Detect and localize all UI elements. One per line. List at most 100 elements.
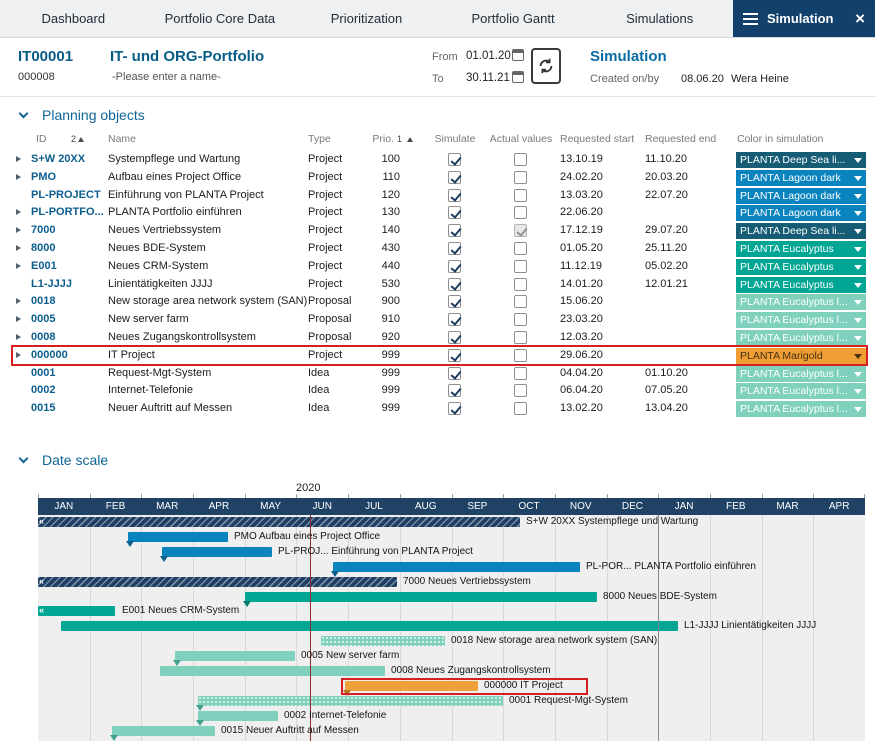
color-dropdown[interactable]: PLANTA Eucalyptus l... (736, 294, 866, 310)
color-dropdown[interactable]: PLANTA Eucalyptus l... (736, 383, 866, 399)
color-dropdown[interactable]: PLANTA Eucalyptus (736, 277, 866, 293)
calendar-icon[interactable] (512, 49, 524, 61)
planning-row[interactable]: E001Neues CRM-SystemProject44011.12.1905… (13, 258, 866, 275)
planning-row[interactable]: S+W 20XXSystempflege und WartungProject1… (13, 151, 866, 168)
gantt-bar[interactable] (245, 592, 597, 602)
simulate-checkbox[interactable] (448, 313, 461, 326)
row-id[interactable]: 0008 (31, 329, 55, 346)
to-date-field[interactable]: 30.11.21 (466, 72, 510, 84)
gantt-bar[interactable] (128, 532, 228, 542)
simulate-checkbox[interactable] (448, 295, 461, 308)
expand-arrow-icon[interactable] (16, 334, 21, 340)
planning-row[interactable]: 7000Neues VertriebssystemProject14017.12… (13, 222, 866, 239)
col-header-prio[interactable]: Prio.1 (348, 133, 413, 145)
color-dropdown[interactable]: PLANTA Lagoon dark (736, 205, 866, 221)
expand-arrow-icon[interactable] (16, 263, 21, 269)
col-header-actual-values[interactable]: Actual values (483, 133, 559, 145)
planning-row[interactable]: 0008Neues ZugangskontrollsystemProposal9… (13, 329, 866, 346)
col-header-requested-end[interactable]: Requested end (645, 133, 716, 145)
col-header-requested-start[interactable]: Requested start (560, 133, 634, 145)
expand-arrow-icon[interactable] (16, 227, 21, 233)
expand-arrow-icon[interactable] (16, 209, 21, 215)
row-id[interactable]: 8000 (31, 240, 55, 257)
simulate-checkbox[interactable] (448, 224, 461, 237)
actual-values-checkbox[interactable] (514, 313, 527, 326)
row-id[interactable]: E001 (31, 258, 57, 275)
color-dropdown[interactable]: PLANTA Eucalyptus l... (736, 312, 866, 328)
simulate-checkbox[interactable] (448, 384, 461, 397)
color-dropdown[interactable]: PLANTA Lagoon dark (736, 170, 866, 186)
color-dropdown[interactable]: PLANTA Lagoon dark (736, 188, 866, 204)
section-date-scale[interactable]: Date scale (20, 452, 108, 468)
expand-arrow-icon[interactable] (16, 174, 21, 180)
col-header-id[interactable]: ID (36, 133, 47, 145)
expand-arrow-icon[interactable] (16, 316, 21, 322)
planning-row[interactable]: 0018New storage area network system (SAN… (13, 293, 866, 310)
row-id[interactable]: S+W 20XX (31, 151, 85, 168)
color-dropdown[interactable]: PLANTA Deep Sea li... (736, 223, 866, 239)
simulate-checkbox[interactable] (448, 331, 461, 344)
section-planning-objects[interactable]: Planning objects (20, 107, 145, 123)
simulate-checkbox[interactable] (448, 260, 461, 273)
col-header-simulate[interactable]: Simulate (420, 133, 490, 145)
actual-values-checkbox[interactable] (514, 367, 527, 380)
gantt-bar[interactable] (175, 651, 295, 661)
actual-values-checkbox[interactable] (514, 278, 527, 291)
row-id[interactable]: PL-PORTFO... (31, 204, 104, 221)
planning-row[interactable]: 0002Internet-TelefonieIdea99906.04.2007.… (13, 382, 866, 399)
planning-row[interactable]: PL-PROJECTEinführung von PLANTA ProjectP… (13, 187, 866, 204)
actual-values-checkbox[interactable] (514, 171, 527, 184)
row-id[interactable]: 0018 (31, 293, 55, 310)
actual-values-checkbox[interactable] (514, 206, 527, 219)
gantt-bar[interactable] (198, 696, 503, 706)
close-icon[interactable]: × (855, 10, 865, 27)
simulate-checkbox[interactable] (448, 153, 461, 166)
row-id[interactable]: 0002 (31, 382, 55, 399)
actual-values-checkbox[interactable] (514, 260, 527, 273)
gantt-bar[interactable] (321, 636, 445, 646)
expand-arrow-icon[interactable] (16, 156, 21, 162)
col-header-color[interactable]: Color in simulation (737, 133, 823, 145)
actual-values-checkbox[interactable] (514, 295, 527, 308)
simulate-checkbox[interactable] (448, 402, 461, 415)
refresh-button[interactable] (531, 48, 561, 84)
simulate-checkbox[interactable] (448, 206, 461, 219)
simulate-checkbox[interactable] (448, 367, 461, 380)
planning-row[interactable]: 0005New server farmProposal91023.03.20PL… (13, 311, 866, 328)
actual-values-checkbox[interactable] (514, 242, 527, 255)
row-id[interactable]: PL-PROJECT (31, 187, 101, 204)
simulate-checkbox[interactable] (448, 189, 461, 202)
simulate-checkbox[interactable] (448, 171, 461, 184)
row-id[interactable]: 7000 (31, 222, 55, 239)
planning-row[interactable]: 0015Neuer Auftritt auf MessenIdea99913.0… (13, 400, 866, 417)
tab-simulation-active[interactable]: Simulation × (733, 0, 875, 37)
color-dropdown[interactable]: PLANTA Marigold (736, 348, 866, 364)
gantt-bar[interactable]: « (38, 577, 397, 587)
nav-tab[interactable]: Dashboard (0, 0, 147, 37)
gantt-bar[interactable] (333, 562, 580, 572)
row-id[interactable]: 0005 (31, 311, 55, 328)
color-dropdown[interactable]: PLANTA Deep Sea li... (736, 152, 866, 168)
row-id[interactable]: 0015 (31, 400, 55, 417)
col-header-name[interactable]: Name (108, 133, 136, 145)
nav-tab[interactable]: Simulations (586, 0, 733, 37)
row-id[interactable]: PMO (31, 169, 56, 186)
gantt-bar[interactable]: « (38, 606, 115, 616)
simulate-checkbox[interactable] (448, 242, 461, 255)
planning-row[interactable]: 8000Neues BDE-SystemProject43001.05.2025… (13, 240, 866, 257)
nav-tab[interactable]: Portfolio Gantt (440, 0, 587, 37)
color-dropdown[interactable]: PLANTA Eucalyptus (736, 241, 866, 257)
nav-tab[interactable]: Prioritization (293, 0, 440, 37)
planning-row[interactable]: PMOAufbau eines Project OfficeProject110… (13, 169, 866, 186)
actual-values-checkbox[interactable] (514, 349, 527, 362)
planning-row[interactable]: L1-JJJJLinientätigkeiten JJJJProject5301… (13, 276, 866, 293)
col-header-type[interactable]: Type (308, 133, 331, 145)
color-dropdown[interactable]: PLANTA Eucalyptus l... (736, 366, 866, 382)
gantt-bar[interactable] (61, 621, 678, 631)
hamburger-menu-icon[interactable] (743, 13, 758, 25)
planning-row[interactable]: 000000IT ProjectProject99929.06.20PLANTA… (13, 347, 866, 364)
color-dropdown[interactable]: PLANTA Eucalyptus l... (736, 330, 866, 346)
expand-arrow-icon[interactable] (16, 245, 21, 251)
gantt-bar[interactable] (162, 547, 272, 557)
planning-row[interactable]: 0001Request-Mgt-SystemIdea99904.04.2001.… (13, 365, 866, 382)
